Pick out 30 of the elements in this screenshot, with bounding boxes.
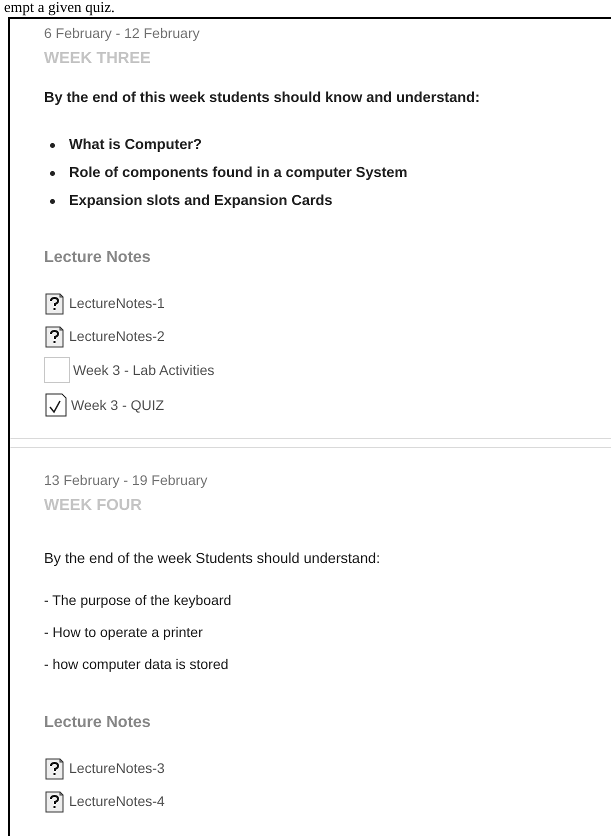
week-intro: By the end of this week students should know and understand: (44, 90, 480, 106)
resource-link[interactable]: Week 3 - QUIZ (71, 397, 164, 413)
learning-point: - How to operate a printer (44, 624, 203, 640)
resource-link[interactable]: LectureNotes-4 (69, 793, 165, 809)
learning-point: - how computer data is stored (44, 656, 228, 672)
bullet-icon (50, 142, 55, 148)
week-intro: By the end of the week Students should understand: (44, 551, 380, 567)
week-title: WEEK THREE (44, 50, 151, 68)
bullet-icon (50, 198, 55, 204)
week-dates: 13 February - 19 February (44, 472, 208, 488)
unknown-file-icon (44, 324, 66, 348)
blank-icon (44, 357, 70, 383)
resource-link[interactable]: LectureNotes-2 (69, 328, 165, 344)
quiz-icon (44, 392, 68, 418)
week-dates: 6 February - 12 February (44, 25, 200, 41)
learning-point: - The purpose of the keyboard (44, 592, 232, 608)
learning-point: Role of components found in a computer System (69, 165, 408, 181)
bullet-icon (50, 170, 55, 176)
learning-point: Expansion slots and Expansion Cards (69, 193, 332, 209)
resource-link[interactable]: LectureNotes-3 (69, 760, 165, 776)
learning-point: What is Computer? (69, 137, 202, 153)
section-heading: Lecture Notes (44, 249, 151, 267)
resource-link[interactable]: LectureNotes-1 (69, 295, 165, 311)
caption-text: empt a given quiz. (4, 0, 115, 17)
unknown-file-icon (44, 756, 66, 780)
section-heading: Lecture Notes (44, 714, 151, 732)
week-title: WEEK FOUR (44, 497, 142, 515)
unknown-file-icon (44, 291, 66, 315)
resource-link[interactable]: Week 3 - Lab Activities (73, 362, 214, 378)
unknown-file-icon (44, 789, 66, 813)
